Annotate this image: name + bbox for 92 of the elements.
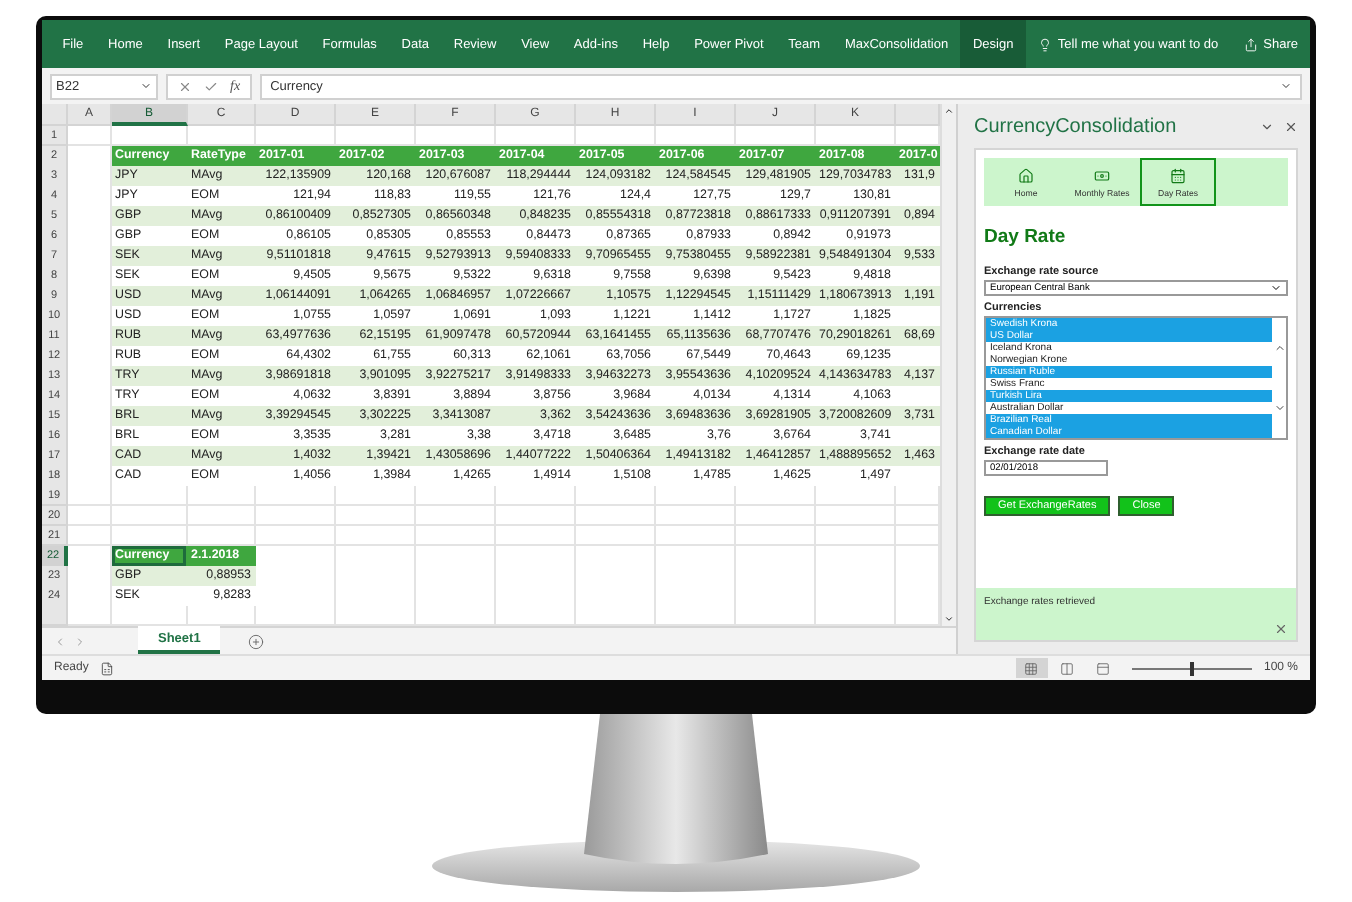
grid-cell[interactable] bbox=[256, 606, 336, 626]
view-button[interactable] bbox=[1015, 658, 1048, 678]
pane-title: CurrencyConsolidation bbox=[974, 115, 1179, 137]
grid-cell[interactable] bbox=[736, 506, 816, 526]
grid-cell[interactable] bbox=[112, 606, 188, 626]
caret-icon[interactable] bbox=[1260, 119, 1274, 133]
grid-cell[interactable] bbox=[816, 526, 896, 546]
grid-cell[interactable] bbox=[416, 486, 496, 506]
calendar-icon bbox=[1170, 167, 1186, 183]
grid-cell[interactable] bbox=[416, 606, 496, 626]
grid-cell[interactable] bbox=[68, 126, 112, 146]
grid-cell[interactable] bbox=[896, 486, 940, 506]
page-icon bbox=[1060, 661, 1075, 675]
grid-cell[interactable] bbox=[256, 486, 336, 506]
grid-cell[interactable] bbox=[896, 606, 940, 626]
grid-cell[interactable] bbox=[656, 506, 736, 526]
grid-cell[interactable] bbox=[256, 126, 336, 146]
page-break-icon bbox=[1096, 661, 1111, 675]
grid-cell[interactable] bbox=[816, 126, 896, 146]
grid-cell[interactable] bbox=[336, 606, 416, 626]
grid-cell[interactable] bbox=[496, 526, 576, 546]
section-heading: Day Rate bbox=[984, 226, 1068, 248]
grid-cell[interactable] bbox=[496, 606, 576, 626]
grid-cell[interactable] bbox=[576, 506, 656, 526]
scroll-down-icon[interactable] bbox=[1273, 402, 1285, 414]
grid-cell[interactable] bbox=[576, 526, 656, 546]
grid-cell[interactable] bbox=[416, 126, 496, 146]
grid-cell[interactable] bbox=[656, 606, 736, 626]
select-all-corner[interactable] bbox=[42, 104, 68, 126]
grid-cell[interactable] bbox=[576, 486, 656, 506]
grid-cell[interactable] bbox=[816, 486, 896, 506]
grid-cell[interactable] bbox=[256, 506, 336, 526]
grid-cell[interactable] bbox=[188, 606, 256, 626]
scroll-up-icon[interactable] bbox=[1273, 342, 1285, 354]
grid-cell[interactable] bbox=[68, 506, 112, 526]
grid-cell[interactable] bbox=[112, 486, 188, 506]
grid-cell[interactable] bbox=[336, 526, 416, 546]
close-icon[interactable] bbox=[1284, 119, 1298, 133]
grid-cell[interactable] bbox=[112, 526, 188, 546]
grid-cell[interactable] bbox=[68, 606, 112, 626]
row-header[interactable] bbox=[42, 606, 68, 626]
grid-cell[interactable] bbox=[496, 126, 576, 146]
caret-icon bbox=[1280, 80, 1292, 92]
home-icon bbox=[1018, 167, 1034, 183]
grid-cell[interactable] bbox=[816, 606, 896, 626]
grid-cell[interactable] bbox=[188, 486, 256, 506]
grid-cell[interactable] bbox=[896, 526, 940, 546]
grid-cell[interactable] bbox=[656, 486, 736, 506]
close-icon[interactable] bbox=[1274, 622, 1288, 636]
grid-cell[interactable] bbox=[576, 126, 656, 146]
grid-cell[interactable] bbox=[896, 126, 940, 146]
grid-cell[interactable] bbox=[112, 506, 188, 526]
grid-cell[interactable] bbox=[496, 486, 576, 506]
lightbulb-icon bbox=[1037, 37, 1052, 51]
column-header-strip bbox=[896, 104, 940, 126]
grid-icon bbox=[1024, 661, 1039, 675]
check-icon[interactable] bbox=[204, 79, 218, 93]
grid-cell[interactable] bbox=[336, 506, 416, 526]
grid-cell[interactable] bbox=[416, 526, 496, 546]
add-sheet-icon[interactable] bbox=[248, 633, 265, 649]
grid-cell[interactable] bbox=[188, 526, 256, 546]
grid-cell[interactable] bbox=[896, 506, 940, 526]
scroll-down-icon[interactable] bbox=[944, 614, 954, 624]
grid-cell[interactable] bbox=[496, 506, 576, 526]
grid-cell[interactable] bbox=[256, 526, 336, 546]
scroll-up-icon[interactable] bbox=[944, 106, 954, 116]
grid-cell[interactable] bbox=[816, 506, 896, 526]
next-sheet-icon[interactable] bbox=[74, 635, 86, 647]
grid-cell[interactable] bbox=[736, 486, 816, 506]
grid-cell[interactable] bbox=[736, 526, 816, 546]
grid-cell[interactable] bbox=[188, 126, 256, 146]
grid-cell[interactable] bbox=[656, 526, 736, 546]
grid-cell[interactable] bbox=[656, 126, 736, 146]
share-icon bbox=[1243, 37, 1258, 51]
grid-cell[interactable] bbox=[336, 126, 416, 146]
grid-cell[interactable] bbox=[576, 606, 656, 626]
grid-cell[interactable] bbox=[68, 486, 112, 506]
cancel-icon[interactable] bbox=[178, 79, 192, 93]
grid-cell[interactable] bbox=[68, 526, 112, 546]
grid-cell[interactable] bbox=[336, 486, 416, 506]
caret-icon bbox=[1270, 282, 1282, 294]
grid-cell[interactable] bbox=[112, 126, 188, 146]
previous-sheet-icon[interactable] bbox=[54, 635, 66, 647]
banknote-icon bbox=[1094, 167, 1110, 183]
grid-cell[interactable] bbox=[188, 506, 256, 526]
vertical-scrollbar[interactable] bbox=[940, 104, 956, 626]
grid-cell[interactable] bbox=[416, 506, 496, 526]
caret-icon bbox=[140, 80, 152, 92]
spreadsheet-icon[interactable] bbox=[100, 661, 115, 675]
grid-cell[interactable] bbox=[736, 606, 816, 626]
grid-cell[interactable] bbox=[736, 126, 816, 146]
slider-thumb[interactable] bbox=[1189, 661, 1194, 675]
